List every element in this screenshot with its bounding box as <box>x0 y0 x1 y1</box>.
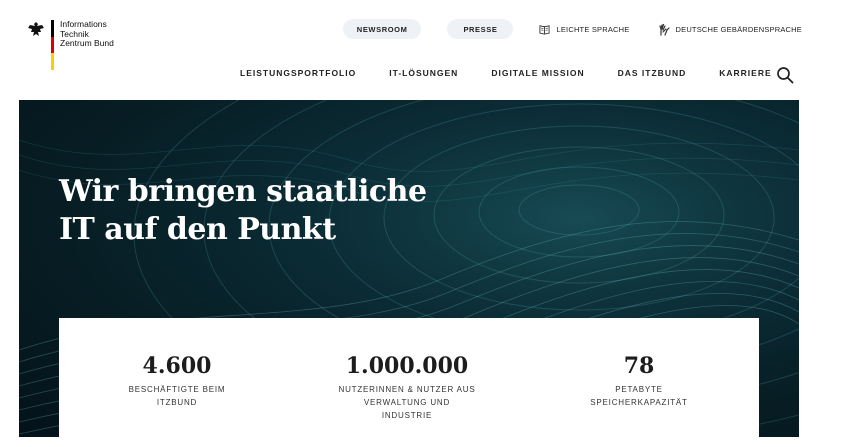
nav-item-karriere[interactable]: KARRIERE <box>719 68 771 78</box>
gebaerdensprache-label: DEUTSCHE GEBÄRDENSPRACHE <box>675 24 802 34</box>
main-navigation: LEISTUNGSPORTFOLIO IT-LÖSUNGEN DIGITALE … <box>240 68 772 78</box>
nav-item-leistungsportfolio[interactable]: LEISTUNGSPORTFOLIO <box>240 68 356 78</box>
stat-label-line: BESCHÄFTIGTE BEIM <box>128 385 226 394</box>
stat-storage: 78 PETABYTE SPEICHERKAPAZITÄT <box>574 352 704 409</box>
stat-label-line: NUTZERINNEN & NUTZER AUS <box>338 385 476 394</box>
flag-stripe <box>51 20 54 71</box>
search-icon[interactable] <box>776 66 794 84</box>
federal-eagle-icon <box>28 22 44 36</box>
stat-users: 1.000.000 NUTZERINNEN & NUTZER AUS VERWA… <box>327 352 487 422</box>
stat-value: 1.000.000 <box>345 353 469 379</box>
utility-bar: NEWSROOM PRESSE LEICHTE SPRACHE DEUTSCHE… <box>342 19 803 39</box>
stat-value: 78 <box>623 353 655 379</box>
stat-value: 4.600 <box>142 353 212 379</box>
leichte-sprache-label: LEICHTE SPRACHE <box>556 24 630 34</box>
nav-item-digitale-mission[interactable]: DIGITALE MISSION <box>491 68 584 78</box>
book-icon <box>539 24 551 35</box>
nav-item-it-loesungen[interactable]: IT-LÖSUNGEN <box>389 68 458 78</box>
stat-label-line: SPEICHERKAPAZITÄT <box>590 398 688 407</box>
hands-icon <box>658 23 670 36</box>
gebaerdensprache-link[interactable]: DEUTSCHE GEBÄRDENSPRACHE <box>658 23 803 36</box>
stat-label: BESCHÄFTIGTE BEIM ITZBUND <box>117 383 237 409</box>
stat-label-line: PETABYTE <box>615 385 663 394</box>
stat-label-line: INDUSTRIE <box>381 411 433 420</box>
newsroom-button[interactable]: NEWSROOM <box>342 19 422 39</box>
stat-label: NUTZERINNEN & NUTZER AUS VERWALTUNG UND … <box>327 383 487 422</box>
logo-line-3: Zentrum Bund <box>60 38 114 48</box>
nav-item-das-itzbund[interactable]: DAS ITZBUND <box>618 68 687 78</box>
hero-title-line-2: IT auf den Punkt <box>59 212 336 247</box>
presse-button[interactable]: PRESSE <box>447 19 514 39</box>
stat-label: PETABYTE SPEICHERKAPAZITÄT <box>574 383 704 409</box>
stat-employees: 4.600 BESCHÄFTIGTE BEIM ITZBUND <box>117 352 237 409</box>
stat-label-line: VERWALTUNG UND <box>363 398 451 407</box>
hero-title-line-1: Wir bringen staatliche <box>59 174 427 209</box>
stats-card: 4.600 BESCHÄFTIGTE BEIM ITZBUND 1.000.00… <box>59 318 759 447</box>
itzbund-logo[interactable]: Informations Technik Zentrum Bund <box>26 19 114 71</box>
stat-label-line: ITZBUND <box>156 398 198 407</box>
logo-text: Informations Technik Zentrum Bund <box>60 19 114 49</box>
hero-title: Wir bringen staatliche IT auf den Punkt <box>59 173 427 249</box>
leichte-sprache-link[interactable]: LEICHTE SPRACHE <box>539 24 629 35</box>
